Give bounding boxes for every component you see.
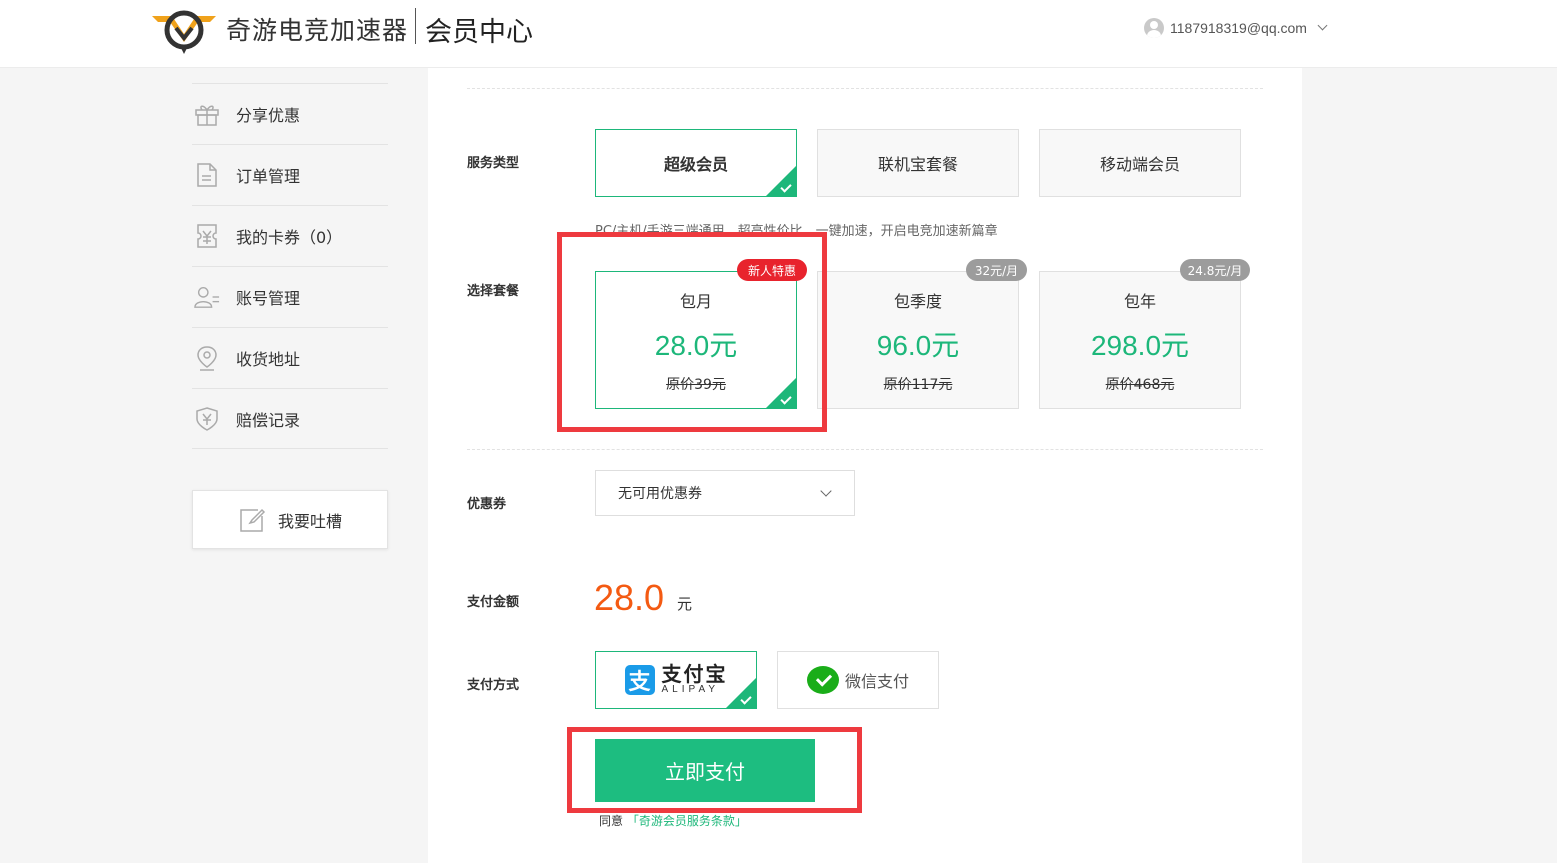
location-pin-icon: [194, 345, 220, 371]
feedback-button[interactable]: 我要吐槽: [192, 490, 388, 549]
plan-price: 298.0元: [1090, 330, 1190, 361]
terms-prefix: 同意: [599, 814, 624, 828]
sidebar-item-label: 订单管理: [236, 167, 301, 186]
plan-quarterly[interactable]: 包季度 96.0元 原价117元: [817, 271, 1019, 409]
service-label: 超级会员: [663, 155, 728, 174]
plan-yearly[interactable]: 包年 298.0元 原价468元: [1039, 271, 1241, 409]
terms-link[interactable]: 「奇游会员服务条款」: [627, 814, 747, 828]
sidebar-item-label: 我的卡券（0）: [236, 228, 343, 247]
service-label: 联机宝套餐: [877, 155, 958, 174]
terms-agreement: 同意 「奇游会员服务条款」: [599, 812, 747, 829]
main-panel: 服务类型 超级会员 联机宝套餐 移动端会员 PC/主机/手游三端通用，超高性价比…: [428, 68, 1302, 863]
plan-price: 96.0元: [876, 330, 960, 361]
price-per-month-badge: 32元/月: [966, 259, 1027, 281]
page-title: 会员中心: [425, 17, 533, 48]
user-email: 1187918319@qq.com: [1170, 20, 1307, 36]
alipay-name: 支付宝: [661, 662, 728, 686]
service-description: PC/主机/手游三端通用，超高性价比，一键加速，开启电竞加速新篇章: [595, 224, 998, 239]
brand-name: 奇游电竞加速器: [226, 16, 409, 45]
middle-divider: [467, 449, 1263, 450]
service-type-label: 服务类型: [467, 156, 520, 171]
alipay-icon: 支: [624, 665, 655, 695]
chevron-down-icon: [1317, 20, 1328, 31]
user-menu[interactable]: 1187918319@qq.com: [1144, 18, 1328, 38]
user-avatar-icon: [1144, 18, 1164, 38]
method-label: 支付方式: [467, 678, 520, 693]
plan-label: 选择套餐: [467, 284, 520, 299]
alipay-name-en: ALIPAY: [661, 684, 720, 695]
qiyou-logo[interactable]: [150, 4, 218, 54]
selected-check-icon: [726, 678, 756, 708]
sidebar-item-account[interactable]: 账号管理: [192, 266, 388, 327]
amount-label: 支付金额: [467, 595, 520, 610]
coupon-value: 无可用优惠券: [618, 486, 702, 502]
plan-name: 包月: [679, 292, 712, 311]
service-label: 移动端会员: [1099, 155, 1180, 174]
sidebar-item-label: 分享优惠: [236, 106, 301, 125]
plan-original-price: 原价468元: [1105, 377, 1175, 393]
pay-amount: 28.0: [594, 577, 665, 618]
service-mobile-member[interactable]: 移动端会员: [1039, 129, 1241, 197]
wechat-pay-label: 微信支付: [844, 672, 909, 691]
sidebar-item-label: 账号管理: [236, 289, 301, 308]
shield-yen-icon: [194, 406, 220, 432]
plan-name: 包季度: [893, 292, 942, 311]
edit-icon: [240, 508, 266, 532]
new-user-badge: 新人特惠: [737, 259, 807, 281]
sidebar: 分享优惠 订单管理 我的卡券（0） 账号管理 收货地址 赔偿记录: [192, 83, 388, 449]
coupon-icon: [194, 223, 220, 249]
sidebar-item-orders[interactable]: 订单管理: [192, 144, 388, 205]
header-divider: [415, 8, 416, 44]
document-icon: [194, 162, 220, 188]
coupon-select[interactable]: 无可用优惠券: [595, 470, 855, 516]
sidebar-item-address[interactable]: 收货地址: [192, 327, 388, 388]
service-super-member[interactable]: 超级会员: [595, 129, 797, 197]
gift-icon: [194, 101, 220, 127]
sidebar-item-compensation[interactable]: 赔偿记录: [192, 388, 388, 449]
plan-original-price: 原价117元: [883, 377, 953, 393]
plan-price: 28.0元: [654, 330, 738, 361]
payment-alipay[interactable]: 支 支付宝 ALIPAY: [595, 651, 757, 709]
selected-check-icon: [766, 166, 796, 196]
user-list-icon: [194, 284, 220, 310]
feedback-label: 我要吐槽: [277, 511, 342, 531]
chevron-down-icon: [820, 485, 832, 497]
payment-wechat[interactable]: 微信支付: [777, 651, 939, 709]
pay-now-button[interactable]: 立即支付: [595, 739, 815, 802]
sidebar-item-share[interactable]: 分享优惠: [192, 83, 388, 144]
plan-name: 包年: [1123, 292, 1156, 311]
top-divider: [467, 88, 1263, 89]
price-per-month-badge: 24.8元/月: [1180, 259, 1250, 281]
service-lianjibao[interactable]: 联机宝套餐: [817, 129, 1019, 197]
wechat-pay-icon: [806, 666, 839, 694]
top-header: 奇游电竞加速器 会员中心 1187918319@qq.com: [0, 0, 1557, 68]
sidebar-item-label: 赔偿记录: [236, 410, 301, 430]
pay-amount-unit: 元: [677, 595, 693, 613]
coupon-label: 优惠券: [467, 497, 507, 512]
selected-check-icon: [766, 378, 796, 408]
plan-monthly[interactable]: 包月 28.0元 原价39元: [595, 271, 797, 409]
sidebar-item-label: 收货地址: [236, 350, 301, 369]
sidebar-item-coupons[interactable]: 我的卡券（0）: [192, 205, 388, 266]
